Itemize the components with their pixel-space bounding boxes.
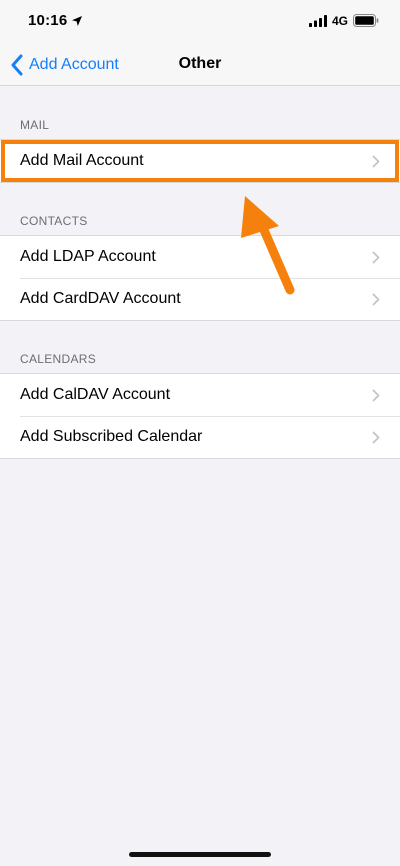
row-label: Add Mail Account	[20, 152, 144, 169]
row-add-carddav-account[interactable]: Add CardDAV Account	[0, 278, 400, 320]
row-label: Add LDAP Account	[20, 248, 156, 265]
row-add-ldap-account[interactable]: Add LDAP Account	[0, 236, 400, 278]
chevron-right-icon	[372, 431, 380, 444]
section-header-mail: MAIL	[20, 118, 50, 132]
status-time: 10:16	[28, 12, 68, 29]
signal-bars-icon	[309, 15, 327, 27]
home-indicator[interactable]	[129, 852, 271, 857]
chevron-right-icon	[372, 155, 380, 168]
row-label: Add Subscribed Calendar	[20, 428, 203, 445]
group-contacts: Add LDAP Account Add CardDAV Account	[0, 235, 400, 321]
row-add-subscribed-calendar[interactable]: Add Subscribed Calendar	[0, 416, 400, 458]
page-title: Other	[178, 55, 222, 72]
network-type-label: 4G	[332, 14, 349, 28]
chevron-right-icon	[372, 389, 380, 402]
navigation-bar: Add Account Other	[0, 44, 400, 86]
group-mail: Add Mail Account	[0, 139, 400, 183]
group-calendars: Add CalDAV Account Add Subscribed Calend…	[0, 373, 400, 459]
row-label: Add CalDAV Account	[20, 386, 171, 403]
chevron-right-icon	[372, 293, 380, 306]
section-header-contacts: CONTACTS	[20, 214, 88, 228]
row-add-caldav-account[interactable]: Add CalDAV Account	[0, 374, 400, 416]
section-header-calendars: CALENDARS	[20, 352, 97, 366]
location-arrow-icon	[72, 16, 82, 26]
row-add-mail-account[interactable]: Add Mail Account	[0, 140, 400, 182]
battery-icon	[353, 14, 379, 27]
chevron-right-icon	[372, 251, 380, 264]
row-label: Add CardDAV Account	[20, 290, 181, 307]
status-bar: 10:16 4G	[0, 0, 400, 44]
